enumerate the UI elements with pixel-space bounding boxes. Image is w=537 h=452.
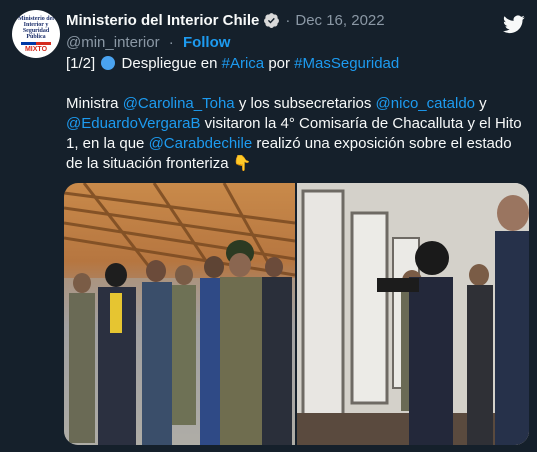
photo-group-officials[interactable] <box>64 183 295 445</box>
tweet-card[interactable]: Ministerio del Interior y Seguridad Públ… <box>0 0 537 452</box>
text-segment: Ministra <box>66 95 123 112</box>
media-grid <box>64 183 529 445</box>
mention-eduardo-vergara[interactable]: @EduardoVergaraB <box>66 115 200 132</box>
text-segment: y <box>475 95 487 112</box>
tweet-date[interactable]: Dec 16, 2022 <box>295 12 384 29</box>
follow-button[interactable]: Follow <box>183 34 231 51</box>
tweet-text: [1/2] Despliegue en #Arica por #MasSegur… <box>66 54 528 174</box>
avatar-org-text: Ministerio del Interior y Seguridad Públ… <box>18 15 54 40</box>
avatar-badge-text: MIXTO <box>24 45 48 53</box>
hashtag-arica[interactable]: #Arica <box>222 55 265 72</box>
text-segment: y los subsecretarios <box>234 95 376 112</box>
photo-1-illustration <box>64 183 295 445</box>
account-avatar[interactable]: Ministerio del Interior y Seguridad Públ… <box>12 10 60 58</box>
author-name[interactable]: Ministerio del Interior Chile <box>66 12 259 29</box>
tweet-paragraph-2: Ministra @Carolina_Toha y los subsecreta… <box>66 94 528 174</box>
avatar-flag-bar <box>21 41 51 45</box>
tweet-line-1: [1/2] Despliegue en #Arica por #MasSegur… <box>66 54 528 74</box>
hashtag-masseguridad[interactable]: #MasSeguridad <box>294 55 399 72</box>
blue-circle-emoji <box>101 56 116 70</box>
pointing-down-emoji: 👇 <box>232 155 252 172</box>
author-row: Ministerio del Interior Chile · Dec 16, … <box>66 12 385 29</box>
mention-carolina-toha[interactable]: @Carolina_Toha <box>123 95 235 112</box>
handle-row: @min_interior · Follow <box>66 34 230 51</box>
mention-nico-cataldo[interactable]: @nico_cataldo <box>376 95 475 112</box>
handle-separator-dot: · <box>168 34 174 51</box>
photo-2-illustration <box>297 183 529 445</box>
text-segment: Despliegue en <box>121 55 218 72</box>
author-handle[interactable]: @min_interior <box>66 34 160 51</box>
verified-badge-icon <box>264 13 280 28</box>
text-segment: por <box>268 55 290 72</box>
thread-counter: [1/2] <box>66 55 96 72</box>
mention-carabdechile[interactable]: @Carabdechile <box>149 135 253 152</box>
twitter-bird-icon[interactable] <box>503 13 525 35</box>
separator-dot: · <box>285 12 291 29</box>
photo-minister-binoculars[interactable] <box>297 183 529 445</box>
